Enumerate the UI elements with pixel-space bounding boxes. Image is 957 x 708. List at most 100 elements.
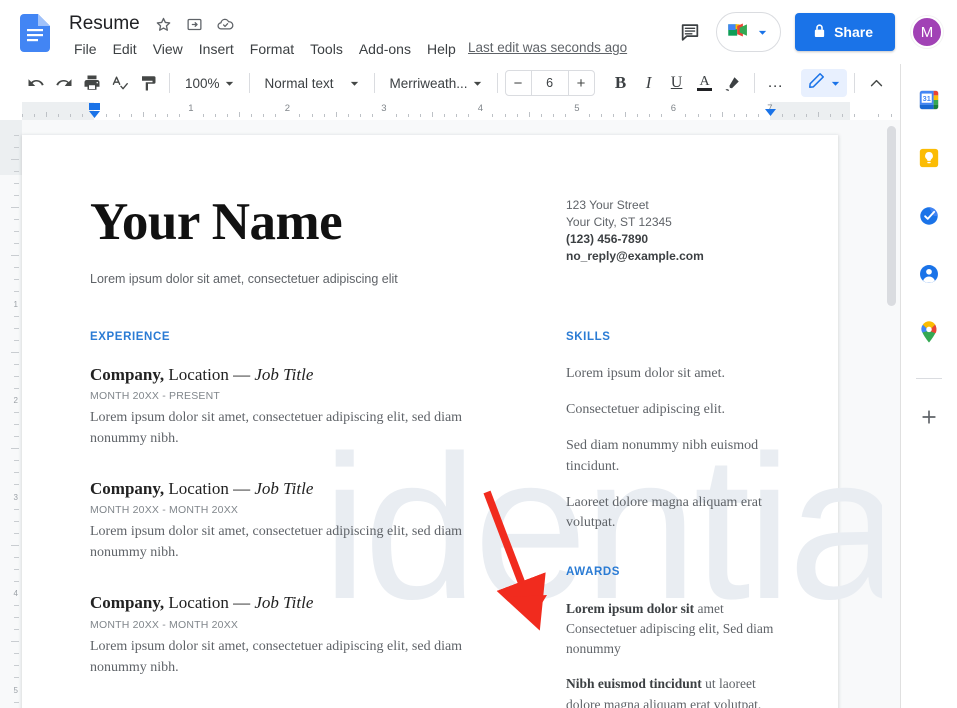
decrease-font-size-button[interactable]: −	[506, 71, 531, 95]
paragraph-style-dropdown[interactable]: Normal text	[257, 70, 367, 96]
svg-text:31: 31	[923, 94, 931, 103]
vertical-ruler-tick	[11, 207, 19, 208]
menu-tools[interactable]: Tools	[302, 38, 351, 60]
editing-mode-button[interactable]	[801, 69, 847, 97]
underline-button[interactable]: U	[663, 69, 691, 97]
format-toolbar: 100% Normal text Merriweath... − 6 + B I…	[0, 64, 900, 102]
comment-history-icon[interactable]	[670, 12, 710, 52]
menu-file[interactable]: File	[66, 38, 105, 60]
avatar[interactable]: M	[911, 16, 943, 48]
document-page[interactable]: idential Your Name Lorem ipsum dolor sit…	[22, 135, 882, 708]
google-tasks-icon[interactable]	[911, 198, 947, 234]
menu-edit[interactable]: Edit	[105, 38, 145, 60]
doc-title[interactable]: Resume	[66, 11, 143, 37]
job-company: Company,	[90, 593, 165, 613]
ruler-tick	[58, 114, 60, 117]
ruler-tick	[552, 114, 554, 117]
vertical-ruler-tick	[14, 520, 19, 522]
redo-icon[interactable]	[50, 69, 78, 97]
zoom-value: 100%	[185, 75, 220, 91]
job-role: Job Title	[254, 593, 314, 613]
chevron-down-icon	[222, 75, 238, 91]
job-title-line: Company, Location — Job Title	[90, 478, 522, 499]
ruler-tick	[504, 114, 506, 117]
print-icon[interactable]	[78, 69, 106, 97]
left-indent-marker[interactable]	[88, 103, 101, 120]
ruler-tick	[745, 114, 747, 117]
google-meet-button[interactable]	[716, 12, 782, 52]
ruler-tick	[202, 114, 204, 117]
skill-item: Lorem ipsum dolor sit amet.	[566, 365, 726, 381]
chevron-down-icon	[827, 75, 843, 91]
header-actions: Share M	[670, 0, 957, 64]
vertical-ruler-tick	[14, 424, 19, 426]
ruler-tick	[215, 114, 216, 117]
ruler-tick	[468, 114, 470, 117]
google-keep-icon[interactable]	[911, 140, 947, 176]
menu-format[interactable]: Format	[242, 38, 302, 60]
vertical-ruler-tick	[14, 387, 19, 389]
ruler-left-margin	[22, 102, 95, 120]
last-edit-link[interactable]: Last edit was seconds ago	[468, 39, 627, 57]
chevron-down-icon	[754, 24, 770, 40]
increase-font-size-button[interactable]: +	[569, 71, 594, 95]
share-button[interactable]: Share	[795, 13, 895, 51]
job-title-line: Company, Location — Job Title	[90, 364, 522, 385]
add-addon-button[interactable]	[911, 399, 947, 435]
toolbar-divider	[496, 73, 498, 93]
more-options-button[interactable]: …	[762, 69, 790, 97]
menu-addons[interactable]: Add-ons	[351, 38, 419, 60]
ruler-tick	[697, 114, 699, 117]
google-contacts-icon[interactable]	[911, 256, 947, 292]
menu-insert[interactable]: Insert	[191, 38, 242, 60]
paint-format-icon[interactable]	[134, 69, 162, 97]
cloud-saved-icon[interactable]	[216, 14, 236, 34]
ruler-tick	[22, 114, 23, 117]
side-panel: 31	[900, 64, 957, 708]
google-maps-icon[interactable]	[911, 314, 947, 350]
italic-button[interactable]: I	[635, 69, 663, 97]
ruler-tick	[166, 114, 168, 117]
document-canvas[interactable]: 1 2 3 4 5 idential Your Name Lorem ipsum dol…	[0, 120, 900, 708]
menu-view[interactable]: View	[145, 38, 191, 60]
docs-file-icon[interactable]	[20, 14, 50, 52]
vertical-ruler[interactable]: 1 2 3 4 5	[0, 120, 22, 708]
job-role: Job Title	[254, 479, 314, 499]
ruler-tick	[323, 114, 325, 117]
right-indent-marker[interactable]	[764, 103, 777, 120]
ruler-right-margin	[769, 102, 850, 120]
vertical-ruler-number: 4	[13, 589, 18, 598]
font-dropdown[interactable]: Merriweath...	[382, 70, 490, 96]
text-color-button[interactable]: A	[691, 69, 719, 97]
vertical-ruler-tick	[14, 339, 19, 341]
font-value: Merriweath...	[389, 75, 468, 91]
toolbar-divider	[169, 73, 170, 93]
experience-column: EXPERIENCE Company, Location — Job Title…	[90, 331, 522, 707]
ruler-tick	[70, 114, 72, 117]
scrollbar-thumb[interactable]	[887, 126, 896, 306]
ruler-tick	[275, 114, 277, 117]
zoom-dropdown[interactable]: 100%	[177, 70, 242, 96]
document-scrollbar[interactable]	[887, 126, 896, 696]
vertical-ruler-tick	[14, 653, 19, 655]
spellcheck-icon[interactable]	[106, 69, 134, 97]
vertical-ruler-tick	[11, 448, 19, 450]
font-size-input[interactable]: 6	[530, 71, 569, 95]
google-calendar-icon[interactable]: 31	[911, 82, 947, 118]
ruler-tick	[444, 114, 446, 117]
menu-help[interactable]: Help	[419, 38, 464, 60]
experience-entry: Company, Location — Job Title MONTH 20XX…	[90, 478, 522, 563]
undo-icon[interactable]	[22, 69, 50, 97]
vertical-ruler-tick	[14, 279, 19, 281]
bold-button[interactable]: B	[607, 69, 635, 97]
ruler-tick	[456, 114, 458, 117]
move-to-folder-icon[interactable]	[185, 14, 205, 34]
vertical-ruler-tick	[14, 629, 19, 631]
highlight-pen-icon[interactable]	[719, 69, 747, 97]
collapse-toolbar-button[interactable]	[862, 69, 890, 97]
experience-entry: Company, Location — Job Title MONTH 20XX…	[90, 592, 522, 677]
skills-awards-column: SKILLS Lorem ipsum dolor sit amet. Conse…	[566, 331, 776, 708]
job-company: Company,	[90, 479, 165, 499]
star-icon[interactable]	[154, 14, 174, 34]
horizontal-ruler[interactable]: 1234567	[0, 102, 900, 120]
